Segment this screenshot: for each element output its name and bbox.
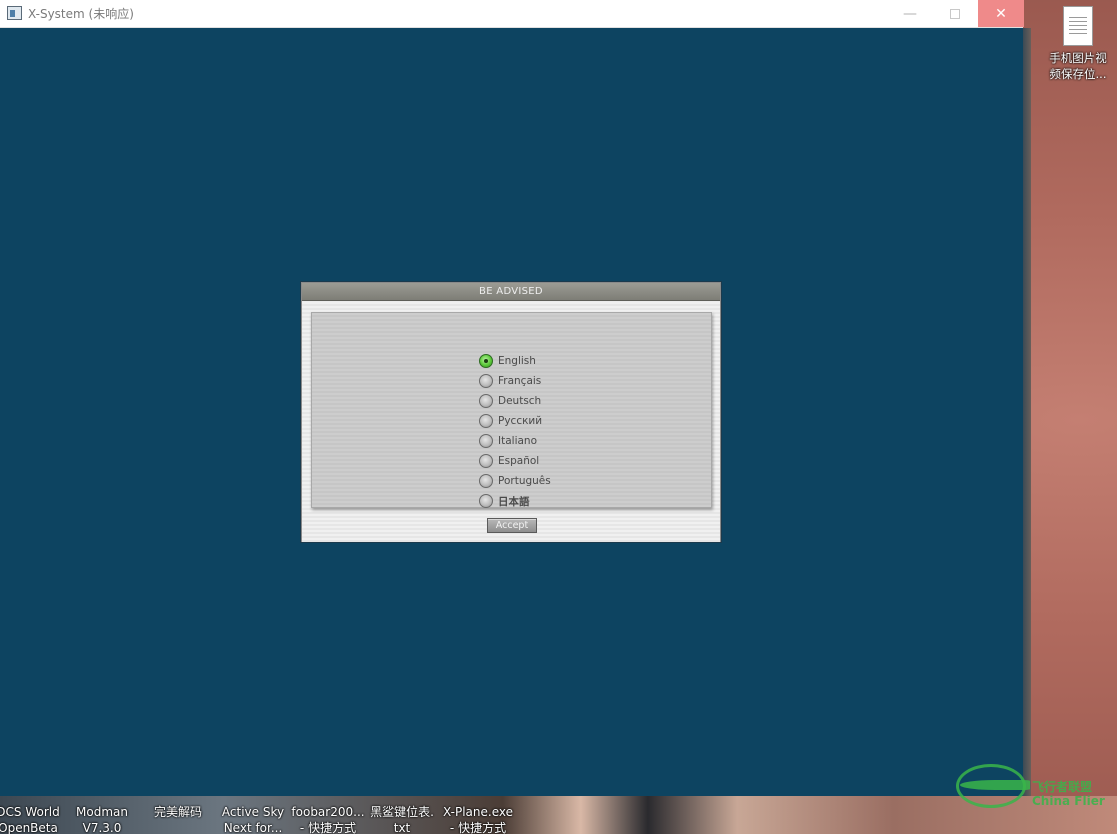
maximize-button[interactable] [932, 0, 978, 27]
desktop-shortcut-dcs-world[interactable]: DCS World OpenBeta [0, 796, 66, 834]
radio-icon[interactable] [479, 454, 493, 468]
shortcut-label-line2: txt [393, 821, 411, 834]
watermark-text-en: China Flier [1032, 794, 1105, 808]
desktop-shortcut-foobar[interactable]: foobar200... - 快捷方式 [290, 796, 366, 834]
radio-icon[interactable] [479, 434, 493, 448]
watermark-text-cn: 飞行者联盟 [1032, 780, 1093, 794]
language-option-french[interactable]: Français [479, 371, 551, 391]
radio-icon[interactable] [479, 474, 493, 488]
language-label: Deutsch [498, 395, 542, 407]
be-advised-dialog: BE ADVISED English Français Deutsch Русс… [301, 282, 721, 542]
wallpaper-strip [1023, 28, 1031, 796]
radio-icon[interactable] [479, 414, 493, 428]
radio-icon[interactable] [479, 394, 493, 408]
accept-button[interactable]: Accept [487, 518, 537, 533]
radio-icon[interactable] [479, 494, 493, 508]
close-button[interactable]: ✕ [978, 0, 1024, 27]
language-option-portuguese[interactable]: Português [479, 471, 551, 491]
language-label: English [498, 355, 536, 367]
shortcut-label-line2: - 快捷方式 [449, 821, 507, 834]
language-label: Español [498, 455, 540, 467]
shortcut-label-line1: 完美解码 [153, 805, 202, 819]
shortcut-label-line1: X-Plane.exe [443, 805, 513, 819]
close-icon: ✕ [995, 5, 1007, 22]
language-option-english[interactable]: English [479, 351, 551, 371]
language-label: 日本語 [498, 495, 530, 508]
language-option-spanish[interactable]: Español [479, 451, 551, 471]
shortcut-label-line1: 黑鲨键位表. [370, 805, 434, 819]
language-label: Русский [498, 415, 543, 427]
window-title: X-System (未响应) [28, 7, 134, 21]
language-option-russian[interactable]: Русский [479, 411, 551, 431]
desktop-shortcut-x-plane[interactable]: X-Plane.exe - 快捷方式 [440, 796, 516, 834]
shortcut-label-line2: Next for... [223, 821, 283, 834]
language-option-japanese[interactable]: 日本語 [479, 491, 551, 511]
desktop-shortcut-perfect-decoder[interactable]: 完美解码 [140, 796, 216, 834]
window-titlebar[interactable]: X-System (未响应) — ✕ [0, 0, 1024, 28]
shortcut-label-line1: Active Sky [221, 805, 285, 819]
shortcut-label-line1: Modman [76, 805, 128, 819]
language-option-italian[interactable]: Italiano [479, 431, 551, 451]
dialog-body: English Français Deutsch Русский Italian… [302, 302, 720, 542]
desktop-file-shortcut[interactable]: 手机图片视 频保存位... [1046, 6, 1110, 82]
desktop-shortcut-keymap-txt[interactable]: 黑鲨键位表. txt [364, 796, 440, 834]
minimize-icon: — [903, 5, 917, 22]
shortcut-label-line2: V7.3.0 [82, 821, 122, 834]
language-label: Português [498, 475, 551, 487]
desktop-shortcut-active-sky[interactable]: Active Sky Next for... [215, 796, 291, 834]
language-radio-group: English Français Deutsch Русский Italian… [479, 351, 551, 511]
desktop-file-label-line1: 手机图片视 [1049, 51, 1107, 65]
app-window-icon[interactable] [7, 6, 22, 20]
radio-icon[interactable] [479, 374, 493, 388]
desktop-shortcut-modman[interactable]: Modman V7.3.0 [64, 796, 140, 834]
watermark-plane-icon [960, 780, 1030, 790]
china-flier-watermark: 飞行者联盟 China Flier [948, 760, 1113, 812]
shortcut-label-line2: OpenBeta [0, 821, 58, 834]
language-panel: English Français Deutsch Русский Italian… [311, 312, 712, 508]
shortcut-label-line1: foobar200... [291, 805, 365, 819]
shortcut-label-line1: DCS World [0, 805, 60, 819]
maximize-icon [950, 8, 960, 19]
language-label: Italiano [498, 435, 537, 447]
dialog-title: BE ADVISED [302, 283, 720, 301]
x-system-window: X-System (未响应) — ✕ BE ADVISED English Fr… [0, 0, 1024, 796]
text-file-icon [1063, 6, 1093, 46]
radio-selected-icon[interactable] [479, 354, 493, 368]
language-option-german[interactable]: Deutsch [479, 391, 551, 411]
desktop-file-label-line2: 频保存位... [1049, 67, 1107, 81]
language-label: Français [498, 375, 542, 387]
shortcut-label-line2: - 快捷方式 [299, 821, 357, 834]
minimize-button[interactable]: — [887, 0, 933, 27]
